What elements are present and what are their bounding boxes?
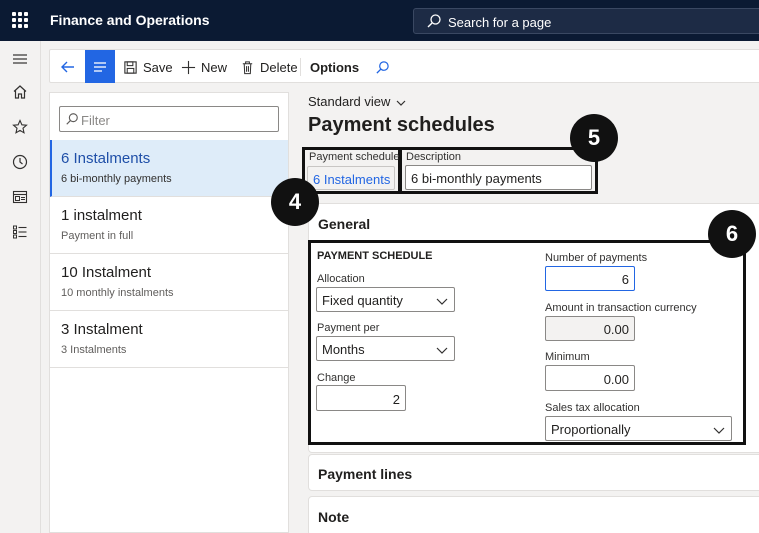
list-item-title: 10 Instalment bbox=[61, 264, 152, 281]
change-label: Change bbox=[317, 372, 356, 384]
num-payments-value: 6 bbox=[621, 272, 629, 287]
amount-field[interactable]: 0.00 bbox=[545, 316, 635, 341]
delete-button[interactable]: Delete bbox=[240, 50, 298, 84]
list-icon bbox=[94, 62, 106, 72]
description-value: 6 bi-monthly payments bbox=[411, 171, 542, 186]
action-search-button[interactable] bbox=[375, 50, 395, 84]
home-icon[interactable] bbox=[12, 84, 28, 100]
list-item[interactable]: 3 Instalment 3 Instalments bbox=[50, 311, 288, 368]
minimum-label: Minimum bbox=[545, 351, 590, 363]
save-label: Save bbox=[143, 59, 173, 75]
top-bar: Finance and Operations Search for a page bbox=[0, 0, 759, 41]
view-label: Standard view bbox=[308, 94, 391, 109]
options-label: Options bbox=[310, 59, 360, 75]
payment-schedule-field[interactable]: 6 Instalments bbox=[307, 166, 395, 190]
app-launcher-icon[interactable] bbox=[12, 12, 28, 28]
hamburger-menu-icon[interactable] bbox=[12, 51, 28, 67]
payment-per-value: Months bbox=[322, 342, 365, 357]
search-placeholder: Search for a page bbox=[448, 15, 552, 30]
workspaces-icon[interactable] bbox=[12, 189, 28, 205]
new-label: New bbox=[201, 59, 228, 75]
list-item[interactable]: 6 Instalments 6 bi-monthly payments bbox=[50, 140, 288, 197]
save-icon bbox=[124, 60, 137, 74]
modules-list-icon[interactable] bbox=[12, 224, 28, 240]
amount-value: 0.00 bbox=[603, 322, 629, 337]
back-button[interactable] bbox=[60, 50, 81, 84]
list-item[interactable]: 10 Instalment 10 monthly instalments bbox=[50, 254, 288, 311]
list-item[interactable]: 1 instalment Payment in full bbox=[50, 197, 288, 254]
list-item-subtitle: 3 Instalments bbox=[61, 344, 127, 356]
payment-per-label: Payment per bbox=[317, 322, 380, 334]
amount-label: Amount in transaction currency bbox=[545, 302, 697, 314]
allocation-label: Allocation bbox=[317, 273, 365, 285]
search-icon bbox=[427, 14, 441, 28]
description-label: Description bbox=[406, 151, 462, 163]
save-button[interactable]: Save bbox=[123, 50, 173, 84]
list-item-subtitle: 6 bi-monthly payments bbox=[61, 173, 172, 185]
page-title: Payment schedules bbox=[308, 114, 495, 136]
search-icon bbox=[376, 60, 389, 74]
list-view-toggle-button[interactable] bbox=[85, 50, 115, 83]
payment-schedule-value: 6 Instalments bbox=[313, 172, 391, 187]
filter-placeholder: Filter bbox=[81, 113, 110, 128]
minimum-field[interactable]: 0.00 bbox=[545, 365, 635, 391]
change-value: 2 bbox=[392, 392, 400, 407]
num-payments-field[interactable]: 6 bbox=[545, 266, 635, 291]
num-payments-label: Number of payments bbox=[545, 252, 648, 264]
delete-label: Delete bbox=[260, 59, 298, 75]
filter-search-icon bbox=[66, 113, 78, 125]
note-title: Note bbox=[318, 509, 350, 525]
payment-lines-title: Payment lines bbox=[318, 466, 413, 482]
new-button[interactable]: New bbox=[181, 50, 227, 84]
callout-4: 4 bbox=[271, 178, 319, 226]
callout-6: 6 bbox=[708, 210, 756, 258]
chevron-down-icon bbox=[436, 347, 448, 354]
allocation-dropdown[interactable]: Fixed quantity bbox=[316, 287, 455, 312]
favorites-star-icon[interactable] bbox=[12, 119, 28, 135]
list-panel: Filter 6 Instalments 6 bi-monthly paymen… bbox=[49, 92, 289, 533]
left-navigation bbox=[0, 41, 41, 533]
allocation-value: Fixed quantity bbox=[322, 293, 403, 308]
sales-tax-label: Sales tax allocation bbox=[545, 402, 640, 414]
toolbar-divider bbox=[300, 58, 301, 76]
list-item-subtitle: Payment in full bbox=[61, 230, 134, 242]
minimum-value: 0.00 bbox=[603, 372, 629, 387]
payment-lines-fasttab[interactable]: Payment lines bbox=[308, 454, 759, 491]
sales-tax-value: Proportionally bbox=[551, 422, 631, 437]
note-fasttab[interactable]: Note bbox=[308, 496, 759, 533]
payment-per-dropdown[interactable]: Months bbox=[316, 336, 455, 361]
recent-clock-icon[interactable] bbox=[12, 154, 28, 170]
list-item-title: 3 Instalment bbox=[61, 321, 143, 338]
search-input[interactable]: Search for a page bbox=[413, 8, 759, 34]
change-field[interactable]: 2 bbox=[316, 385, 406, 411]
app-title[interactable]: Finance and Operations bbox=[50, 12, 209, 28]
general-title[interactable]: General bbox=[318, 216, 370, 232]
callout-5: 5 bbox=[570, 114, 618, 162]
list-item-title: 1 instalment bbox=[61, 207, 142, 224]
chevron-down-icon bbox=[713, 427, 725, 434]
options-tab[interactable]: Options bbox=[310, 50, 359, 84]
back-arrow-icon bbox=[61, 61, 74, 73]
view-selector[interactable]: Standard view bbox=[308, 94, 406, 109]
description-field[interactable]: 6 bi-monthly payments bbox=[405, 165, 592, 190]
section-heading: PAYMENT SCHEDULE bbox=[317, 250, 433, 262]
action-pane: Save New Delete Options bbox=[49, 49, 759, 83]
filter-input[interactable]: Filter bbox=[59, 106, 279, 132]
payment-schedule-label: Payment schedule bbox=[309, 151, 400, 163]
list-item-subtitle: 10 monthly instalments bbox=[61, 287, 174, 299]
chevron-down-icon bbox=[396, 100, 406, 106]
list-item-title: 6 Instalments bbox=[61, 150, 151, 167]
chevron-down-icon bbox=[436, 298, 448, 305]
sales-tax-dropdown[interactable]: Proportionally bbox=[545, 416, 732, 441]
plus-icon bbox=[181, 60, 196, 74]
trash-icon bbox=[242, 60, 253, 74]
